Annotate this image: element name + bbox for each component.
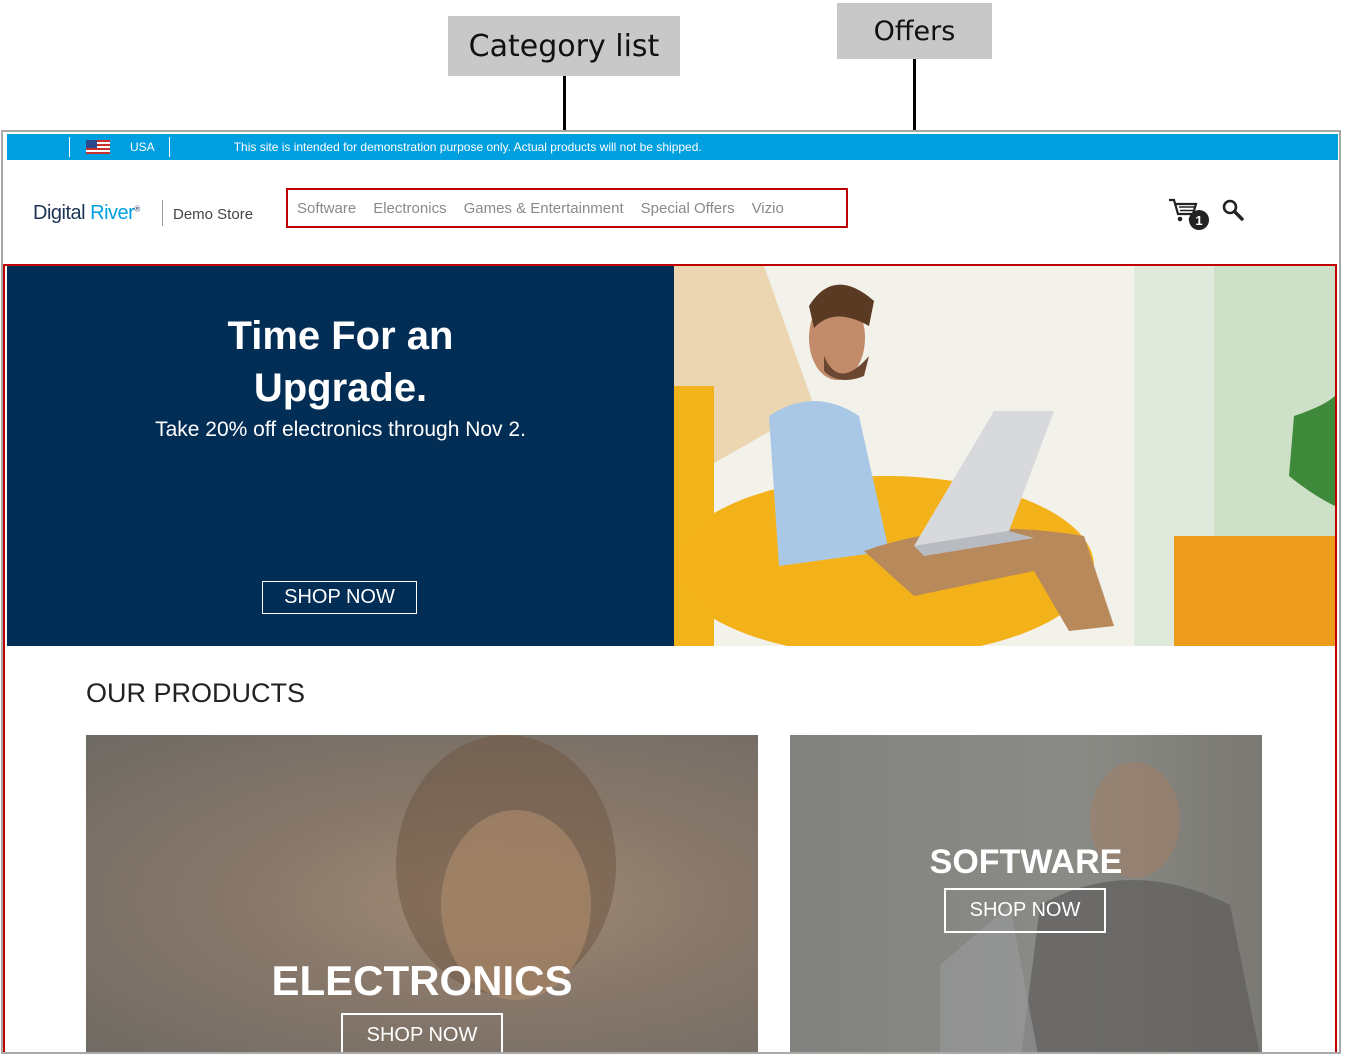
brand-accent: River	[90, 202, 135, 224]
store-name: Demo Store	[173, 206, 254, 223]
our-products-heading: OUR PRODUCTS	[86, 678, 306, 708]
offers-callout: Offers	[837, 3, 992, 59]
logo-divider	[162, 200, 163, 226]
software-card[interactable]: SOFTWARE SHOP NOW	[790, 735, 1262, 1052]
software-label: SOFTWARE	[929, 843, 1123, 881]
nav-item-software[interactable]: Software	[297, 200, 356, 217]
divider	[168, 137, 170, 157]
hero-title-line1: Time For an	[227, 314, 454, 358]
us-flag-icon[interactable]	[86, 140, 110, 154]
nav-item-games-entertainment[interactable]: Games & Entertainment	[464, 200, 624, 217]
electronics-shop-now-button[interactable]: SHOP NOW	[341, 1013, 503, 1052]
brand-dark: Digital	[33, 202, 86, 224]
demo-notice-text: This site is intended for demonstration …	[233, 140, 702, 154]
digital-river-logo[interactable]: Digital River®	[33, 202, 140, 225]
electronics-label: ELECTRONICS	[271, 957, 573, 1004]
nav-item-vizio[interactable]: Vizio	[752, 200, 784, 217]
demo-notice-bar: USA This site is intended for demonstrat…	[7, 134, 1338, 160]
software-shop-now-button[interactable]: SHOP NOW	[944, 888, 1106, 933]
hero-shop-now-button[interactable]: SHOP NOW	[262, 581, 417, 614]
hero-image	[674, 266, 1335, 646]
site-header: Digital River® Demo Store Software Elect…	[7, 160, 1338, 264]
search-icon[interactable]	[1221, 198, 1247, 224]
category-list-callout: Category list	[448, 16, 680, 76]
hero-title-line2: Upgrade.	[253, 366, 428, 410]
divider	[69, 137, 70, 157]
category-list: Software Electronics Games & Entertainme…	[286, 188, 848, 228]
electronics-card[interactable]: ELECTRONICS SHOP NOW	[86, 735, 758, 1052]
registered-mark: ®	[134, 204, 140, 214]
hero-subtitle: Take 20% off electronics through Nov 2.	[155, 418, 526, 441]
nav-item-electronics[interactable]: Electronics	[373, 200, 446, 217]
hero-title: Time For an Upgrade.	[7, 310, 674, 414]
hero-banner: Time For an Upgrade. Take 20% off electr…	[7, 266, 674, 646]
electronics-photo	[396, 735, 616, 1000]
cart-count-badge[interactable]: 1	[1189, 210, 1209, 230]
nav-item-special-offers[interactable]: Special Offers	[641, 200, 735, 217]
man-with-laptop-photo	[674, 266, 1335, 646]
browser-page: USA This site is intended for demonstrat…	[1, 130, 1341, 1054]
country-selector[interactable]: USA	[130, 140, 155, 154]
